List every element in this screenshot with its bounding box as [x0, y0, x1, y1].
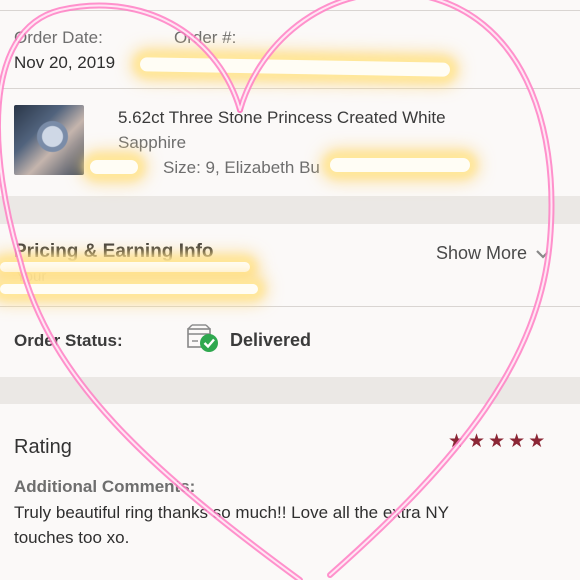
- order-status-label: Order Status:: [14, 331, 123, 350]
- order-number-label: Order #:: [174, 28, 237, 47]
- order-status-value: Delivered: [230, 330, 312, 350]
- product-title[interactable]: 5.62ct Three Stone Princess Created Whit…: [118, 108, 446, 128]
- order-date-label: Order Date:: [14, 28, 103, 47]
- product-title-cont[interactable]: Sapphire: [118, 133, 186, 153]
- section-gap: [0, 196, 580, 224]
- pricing-title: Pricing & Earning Info: [14, 241, 214, 262]
- star-icon: ★: [468, 431, 486, 452]
- star-icon: ★: [488, 431, 506, 452]
- rating-title: Rating: [14, 436, 72, 458]
- order-date-value: Nov 20, 2019: [14, 53, 116, 72]
- chevron-down-icon: [536, 249, 550, 259]
- star-icon: ★: [528, 431, 546, 452]
- divider: [0, 10, 580, 11]
- additional-comments-label: Additional Comments:: [14, 477, 196, 496]
- comments-line-2: touches too xo.: [14, 528, 130, 547]
- show-more-label: Show More: [436, 243, 528, 263]
- show-more-button[interactable]: Show More: [436, 243, 551, 264]
- redaction-scribble: [90, 160, 138, 174]
- redaction-scribble: [0, 284, 258, 294]
- redaction-scribble: [330, 158, 470, 172]
- star-icon: ★: [508, 431, 526, 452]
- section-gap: [0, 377, 580, 404]
- star-icon: ★: [448, 431, 466, 452]
- divider: [0, 88, 580, 89]
- product-details: Size: 9, Elizabeth Bu: [163, 158, 320, 177]
- redaction-scribble: [0, 262, 250, 272]
- box-delivered-check-icon: [187, 324, 218, 352]
- star-rating: ★ ★ ★ ★ ★: [448, 432, 545, 451]
- product-thumbnail[interactable]: [14, 105, 84, 175]
- comments-line-1: Truly beautiful ring thanks so much!! Lo…: [14, 503, 449, 522]
